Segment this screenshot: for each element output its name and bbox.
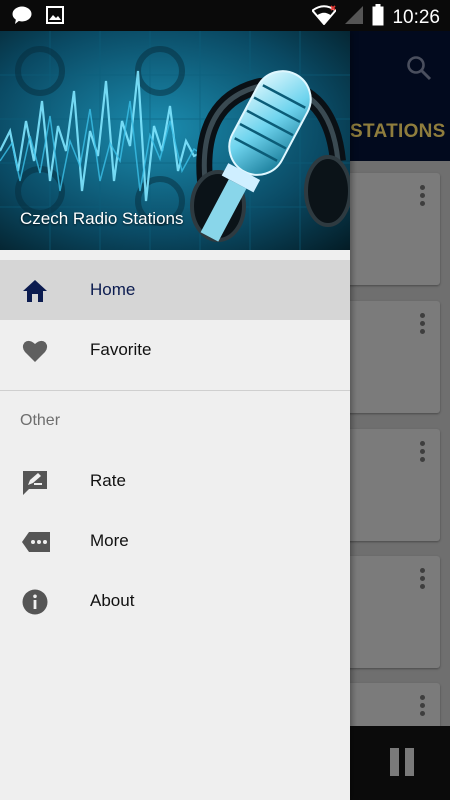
- menu-divider: [0, 390, 350, 391]
- menu-item-label: About: [90, 591, 135, 610]
- home-icon: [21, 277, 49, 305]
- overflow-menu-icon[interactable]: [420, 441, 426, 465]
- navigation-drawer: Czech Radio Stations Home Favorite Other…: [0, 31, 350, 800]
- battery-icon: [372, 4, 384, 31]
- menu-item-rate[interactable]: Rate: [0, 451, 350, 511]
- clock: 10:26: [392, 6, 440, 28]
- menu-item-label: Favorite: [90, 340, 152, 359]
- drawer-menu: Home Favorite: [0, 260, 350, 380]
- menu-item-label: Rate: [90, 471, 126, 490]
- chat-bubble-icon: [12, 6, 32, 29]
- overflow-menu-icon[interactable]: [420, 568, 426, 592]
- info-icon: [21, 588, 49, 616]
- overflow-menu-icon[interactable]: [420, 313, 426, 337]
- menu-item-label: Home: [90, 280, 136, 299]
- drawer-title: Czech Radio Stations: [20, 209, 184, 228]
- status-bar: 10:26: [0, 0, 450, 31]
- heart-icon: [21, 337, 49, 365]
- menu-item-about[interactable]: About: [0, 571, 350, 631]
- section-label-other: Other: [20, 412, 61, 429]
- drawer-menu-other: Rate More About: [0, 451, 350, 631]
- menu-item-home[interactable]: Home: [0, 260, 350, 320]
- signal-icon: [344, 5, 364, 30]
- overflow-menu-icon[interactable]: [420, 185, 426, 209]
- menu-item-more[interactable]: More: [0, 511, 350, 571]
- drawer-header: Czech Radio Stations: [0, 31, 350, 250]
- tab-stations[interactable]: STATIONS: [350, 121, 446, 143]
- rate-icon: [21, 468, 49, 496]
- pause-icon[interactable]: [390, 748, 414, 776]
- search-icon[interactable]: [406, 55, 432, 86]
- menu-item-label: More: [90, 531, 129, 550]
- overflow-menu-icon[interactable]: [420, 695, 426, 719]
- wifi-icon: [311, 5, 338, 30]
- more-icon: [21, 528, 50, 556]
- image-icon: [46, 6, 64, 29]
- menu-item-favorite[interactable]: Favorite: [0, 320, 350, 380]
